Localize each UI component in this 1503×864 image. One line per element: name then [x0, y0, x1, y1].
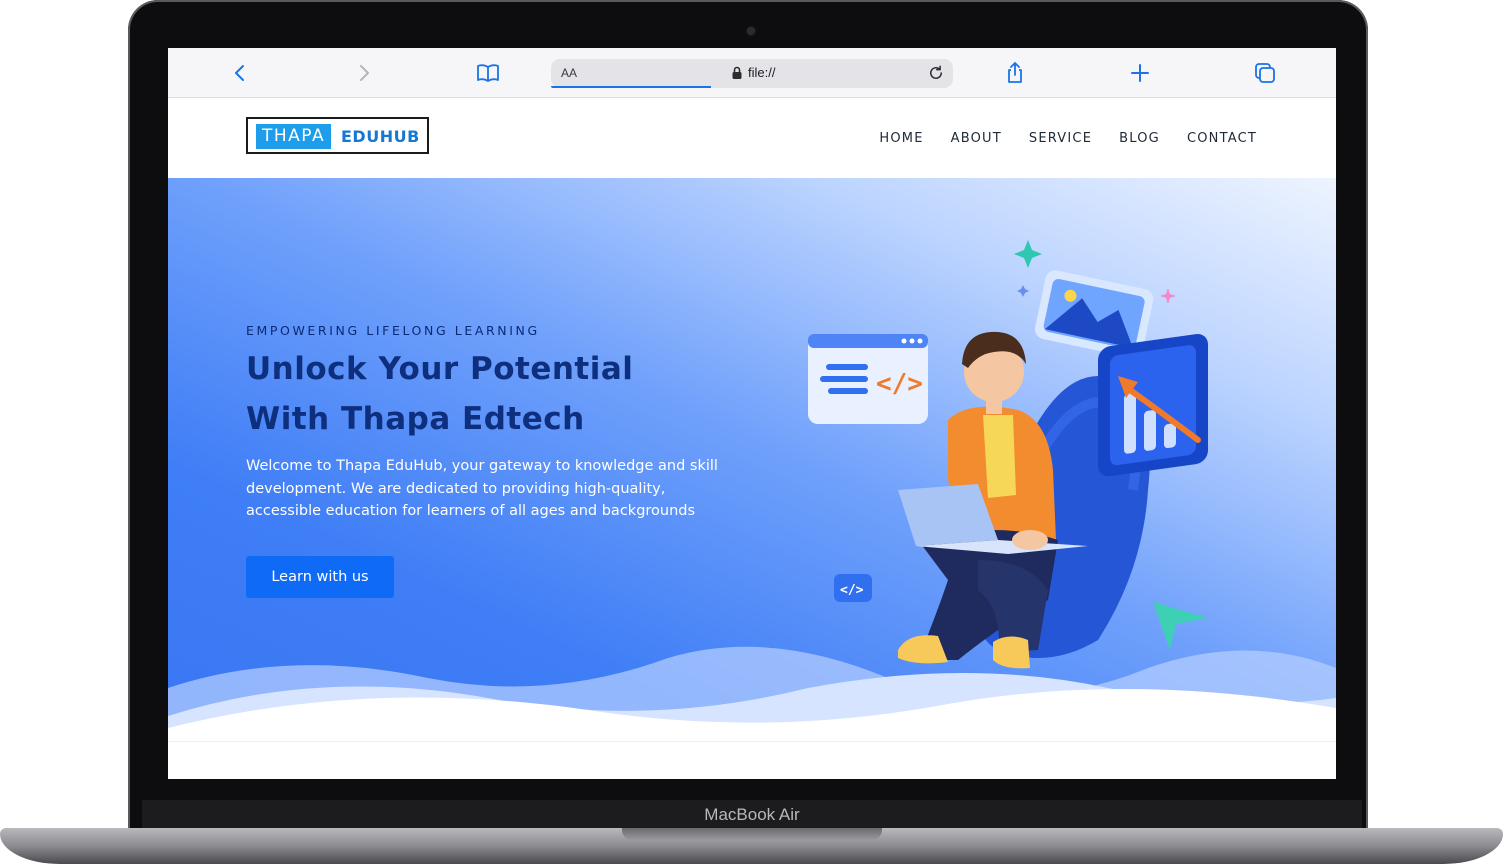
hero-title-line-2: With Thapa Edtech [246, 401, 585, 437]
nav-contact[interactable]: CONTACT [1187, 131, 1257, 146]
laptop-notch [622, 828, 882, 840]
new-tab-icon[interactable] [1128, 61, 1152, 85]
nav-service[interactable]: SERVICE [1029, 131, 1092, 146]
learn-with-us-button[interactable]: Learn with us [246, 556, 394, 598]
hero-description: Welcome to Thapa EduHub, your gateway to… [246, 458, 718, 519]
share-icon[interactable] [1003, 61, 1027, 85]
address-bar[interactable]: AA file:// [551, 59, 953, 88]
browser-toolbar: AA file:// [168, 48, 1336, 98]
code-window-icon: </> [808, 334, 928, 424]
site-header: THAPA EDUHUB HOME ABOUT SERVICE BLOG CON… [168, 98, 1336, 178]
hero-title: Unlock Your Potential With Thapa Edtech [246, 344, 766, 444]
site-logo[interactable]: THAPA EDUHUB [246, 117, 429, 154]
lock-icon [732, 66, 742, 79]
page-load-progress [551, 86, 711, 88]
back-icon[interactable] [228, 61, 252, 85]
logo-text-thapa: THAPA [256, 124, 332, 149]
sparkle-icon [1014, 240, 1042, 268]
device-label: MacBook Air [704, 805, 800, 824]
text-size-button[interactable]: AA [561, 66, 577, 80]
nav-about[interactable]: ABOUT [951, 131, 1002, 146]
sparkle-icon [1017, 285, 1029, 297]
code-bubble-icon: </> [834, 574, 872, 602]
hero-title-line-1: Unlock Your Potential [246, 351, 634, 387]
reload-icon[interactable] [927, 64, 945, 82]
url-text[interactable]: file:// [748, 65, 775, 80]
hero-section: EMPOWERING LIFELONG LEARNING Unlock Your… [168, 178, 1336, 742]
hero-eyebrow: EMPOWERING LIFELONG LEARNING [246, 323, 540, 338]
sparkle-icon [1160, 288, 1176, 304]
svg-text:</>: </> [876, 369, 923, 399]
nav-home[interactable]: HOME [879, 131, 923, 146]
svg-text:</>: </> [840, 583, 864, 598]
tabs-icon[interactable] [1253, 61, 1277, 85]
bookmarks-icon[interactable] [476, 61, 500, 85]
hero-illustration: </> </> [808, 240, 1208, 669]
nav-blog[interactable]: BLOG [1119, 131, 1160, 146]
logo-text-eduhub: EDUHUB [341, 127, 420, 146]
chart-panel-icon [1098, 333, 1208, 477]
divider [168, 741, 1336, 742]
screen: AA file:// THAPA EDUHUB HOME ABOUT SERVI… [168, 48, 1336, 779]
hero-waves [168, 646, 1336, 742]
main-nav: HOME ABOUT SERVICE BLOG CONTACT [879, 131, 1257, 146]
camera [747, 27, 755, 35]
forward-icon[interactable] [352, 61, 376, 85]
